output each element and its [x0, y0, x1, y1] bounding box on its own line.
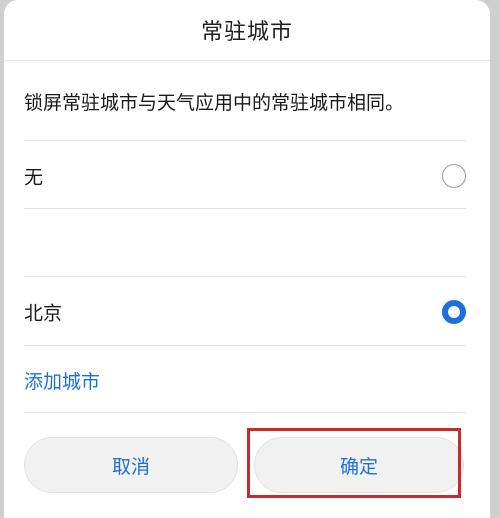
- dialog-description: 锁屏常驻城市与天气应用中的常驻城市相同。: [24, 92, 405, 114]
- radio-unselected-icon[interactable]: [442, 164, 466, 188]
- option-label: 无: [24, 166, 44, 189]
- cancel-button[interactable]: 取消: [24, 437, 238, 493]
- divider: [24, 412, 466, 413]
- title-divider: [4, 60, 490, 61]
- divider: [24, 208, 466, 209]
- option-row-none[interactable]: 无: [24, 143, 466, 209]
- dialog-title: 常驻城市: [200, 20, 293, 45]
- option-row-empty[interactable]: [24, 211, 466, 277]
- divider: [24, 276, 466, 277]
- option-label: 北京: [24, 302, 63, 325]
- divider: [24, 345, 466, 346]
- option-row-beijing[interactable]: 北京: [24, 279, 466, 345]
- radio-selected-icon[interactable]: [442, 300, 466, 324]
- resident-city-dialog: 常驻城市 锁屏常驻城市与天气应用中的常驻城市相同。 无 北京 添加城市 取消 确…: [4, 0, 490, 518]
- add-city-link[interactable]: 添加城市: [24, 367, 100, 394]
- confirm-button[interactable]: 确定: [254, 437, 464, 493]
- divider: [24, 140, 466, 141]
